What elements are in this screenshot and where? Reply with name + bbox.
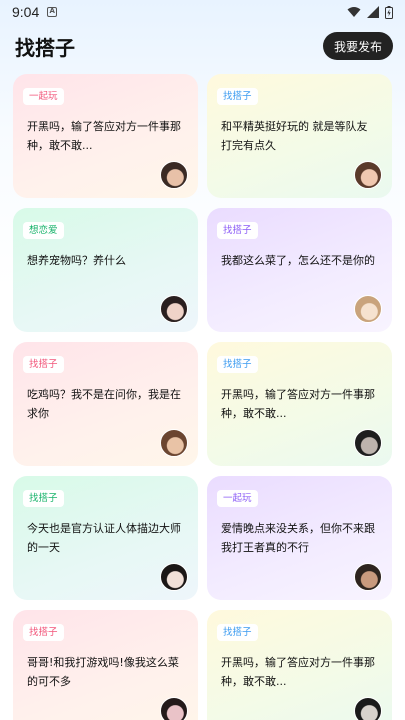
post-card[interactable]: 找搭子开黑吗，输了答应对方一件事那种，敢不敢... bbox=[207, 610, 392, 720]
post-tag: 找搭子 bbox=[23, 624, 64, 641]
post-card[interactable]: 找搭子今天也是官方认证人体描边大师的一天 bbox=[13, 476, 198, 600]
post-text: 哥哥!和我打游戏吗!像我这么菜的可不多 bbox=[27, 656, 179, 688]
user-avatar[interactable] bbox=[160, 161, 188, 189]
post-card[interactable]: 找搭子吃鸡吗？我不是在问你，我是在求你 bbox=[13, 342, 198, 466]
status-time: 9:04 bbox=[12, 4, 40, 20]
user-avatar[interactable] bbox=[354, 429, 382, 457]
user-avatar[interactable] bbox=[354, 697, 382, 720]
card-grid: 一起玩 开黑吗，输了答应对方一件事那种，敢不敢... 找搭子 和平精英挺好玩的 就是等… bbox=[13, 74, 393, 720]
post-text: 开黑吗，输了答应对方一件事那种，敢不敢... bbox=[221, 656, 375, 688]
status-icons bbox=[347, 5, 393, 19]
post-card[interactable]: 找搭子哥哥!和我打游戏吗!像我这么菜的可不多 bbox=[13, 610, 198, 720]
user-avatar[interactable] bbox=[354, 563, 382, 591]
post-tag: 找搭子 bbox=[23, 490, 64, 507]
user-avatar[interactable] bbox=[354, 161, 382, 189]
notification-icon: A bbox=[47, 7, 58, 17]
status-bar: 9:04 A bbox=[0, 0, 405, 24]
post-tag: 一起玩 bbox=[217, 490, 258, 507]
post-text: 今天也是官方认证人体描边大师的一天 bbox=[27, 522, 181, 554]
wifi-icon bbox=[347, 7, 361, 17]
post-tag: 找搭子 bbox=[217, 222, 258, 239]
post-text: 吃鸡吗？我不是在问你，我是在求你 bbox=[27, 388, 181, 420]
post-text: 想养宠物吗？养什么 bbox=[27, 254, 126, 267]
publish-button[interactable]: 我要发布 bbox=[322, 32, 393, 60]
user-avatar[interactable] bbox=[160, 697, 188, 720]
post-card[interactable]: 一起玩爱情晚点来没关系，但你不来跟我打王者真的不行 bbox=[207, 476, 392, 600]
post-card[interactable]: 找搭子我都这么菜了，怎么还不是你的 bbox=[207, 208, 392, 332]
post-card[interactable]: 找搭子开黑吗，输了答应对方一件事那种，敢不敢... bbox=[207, 342, 392, 466]
signal-icon bbox=[367, 6, 379, 18]
post-tag: 想恋爱 bbox=[23, 222, 64, 239]
post-tag: 找搭子 bbox=[217, 624, 258, 641]
user-avatar[interactable] bbox=[160, 295, 188, 323]
post-card[interactable]: 想恋爱想养宠物吗？养什么 bbox=[13, 208, 198, 332]
user-avatar[interactable] bbox=[160, 429, 188, 457]
post-card[interactable]: 找搭子和平精英挺好玩的 就是等队友打完有点久 bbox=[207, 74, 392, 198]
post-tag: 一起玩 bbox=[23, 88, 64, 105]
post-tag: 找搭子 bbox=[217, 356, 258, 373]
post-text: 和平精英挺好玩的 就是等队友打完有点久 bbox=[221, 120, 368, 152]
battery-icon bbox=[385, 5, 393, 19]
page-title: 找搭子 bbox=[15, 35, 75, 60]
user-avatar[interactable] bbox=[354, 295, 382, 323]
user-avatar[interactable] bbox=[160, 563, 188, 591]
post-text: 开黑吗，输了答应对方一件事那种，敢不敢... bbox=[27, 120, 181, 152]
post-text: 我都这么菜了，怎么还不是你的 bbox=[221, 254, 375, 267]
post-text: 开黑吗，输了答应对方一件事那种，敢不敢... bbox=[221, 388, 375, 420]
post-text: 爱情晚点来没关系，但你不来跟我打王者真的不行 bbox=[221, 522, 375, 554]
header: 找搭子 我要发布 bbox=[0, 30, 405, 62]
post-card[interactable]: 一起玩开黑吗，输了答应对方一件事那种，敢不敢... bbox=[13, 74, 198, 198]
post-tag: 找搭子 bbox=[23, 356, 64, 373]
post-tag: 找搭子 bbox=[217, 88, 258, 105]
